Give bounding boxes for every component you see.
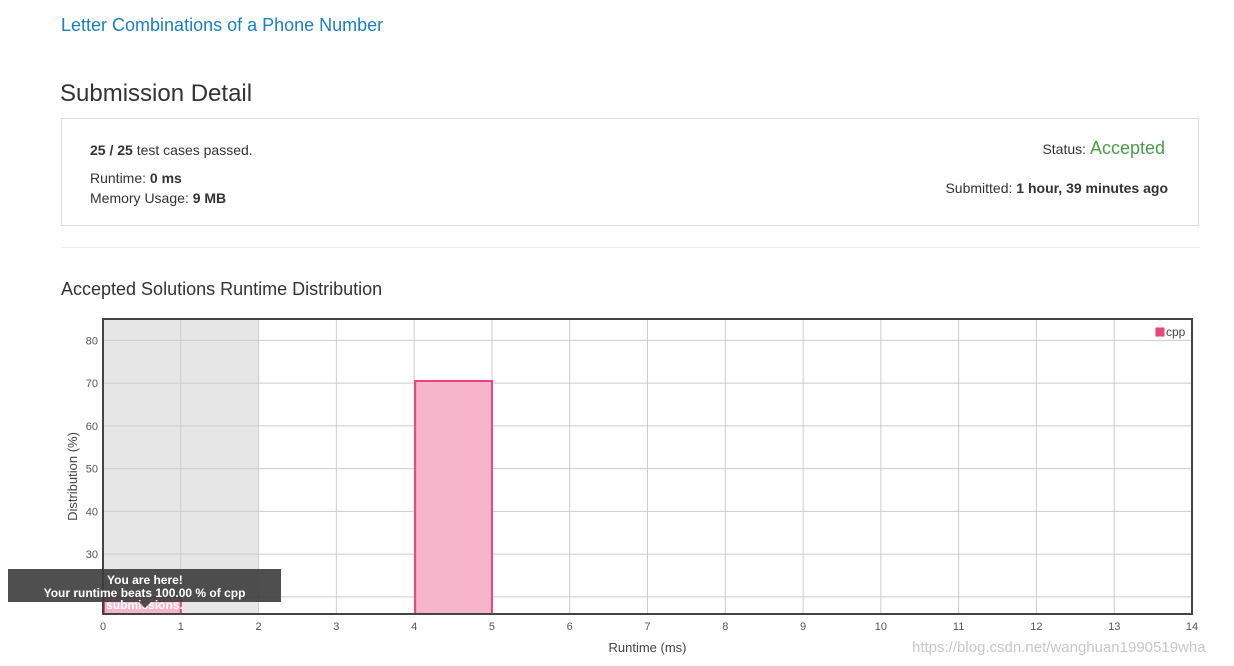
bar-cpp [414, 379, 493, 616]
x-tick-label: 13 [1108, 621, 1120, 633]
y-tick-label: 30 [86, 549, 98, 561]
x-tick-label: 7 [644, 621, 650, 633]
legend-label: cpp [1166, 325, 1186, 339]
tooltip-arrow-icon [139, 602, 151, 608]
x-tick-label: 14 [1186, 621, 1198, 633]
runtime-tooltip: You are here! Your runtime beats 100.00 … [8, 569, 281, 611]
x-tick-label: 4 [411, 621, 417, 633]
x-tick-label: 11 [953, 621, 964, 633]
tooltip-line-1: You are here! [107, 573, 183, 587]
x-tick-label: 3 [333, 621, 339, 633]
y-tick-label: 50 [86, 464, 98, 476]
x-tick-label: 8 [722, 621, 728, 633]
x-tick-label: 2 [256, 621, 262, 633]
x-tick-label: 6 [567, 621, 573, 633]
x-tick-label: 9 [800, 621, 806, 633]
y-axis-label: Distribution (%) [65, 432, 80, 521]
watermark: https://blog.csdn.net/wanghuan1990519wha [912, 639, 1206, 656]
x-axis-label: Runtime (ms) [608, 640, 686, 655]
y-tick-label: 80 [86, 335, 98, 347]
y-tick-label: 60 [86, 421, 98, 433]
x-tick-label: 5 [489, 621, 495, 633]
x-tick-label: 1 [178, 621, 184, 633]
runtime-distribution-chart: 0 1 2 3 4 5 6 7 8 9 10 11 12 13 14304050607080Runtime … [65, 318, 1198, 655]
legend-swatch [1154, 326, 1166, 338]
y-tick-label: 70 [86, 378, 98, 390]
x-tick-label: 0 [100, 621, 106, 633]
y-tick-label: 40 [86, 506, 98, 518]
x-tick-label: 12 [1030, 621, 1042, 633]
x-tick-label: 10 [875, 621, 887, 633]
